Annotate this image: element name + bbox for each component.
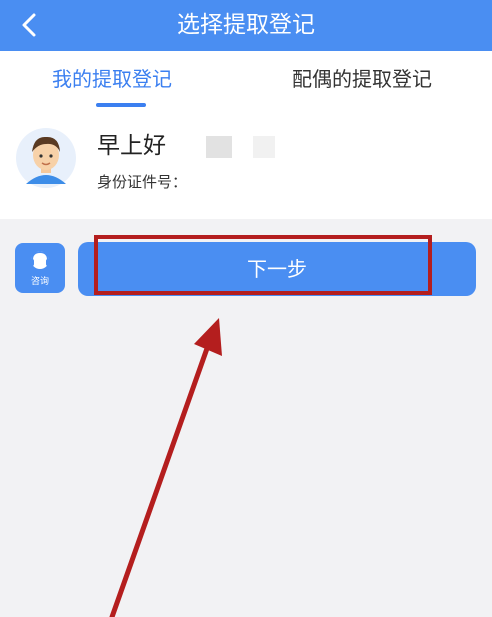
app-header: 选择提取登记 (0, 0, 492, 51)
tab-bar: 我的提取登记 配偶的提取登记 (0, 51, 492, 109)
headset-icon (30, 250, 50, 272)
page-title: 选择提取登记 (177, 12, 315, 38)
redacted-name-block (253, 136, 275, 158)
consult-button[interactable]: 咨询 (15, 243, 65, 293)
tab-my-withdrawal[interactable]: 我的提取登记 (52, 65, 172, 93)
consult-label: 咨询 (30, 277, 49, 287)
redacted-name-block (206, 136, 232, 158)
user-avatar-icon (16, 128, 76, 188)
tab-spouse-withdrawal[interactable]: 配偶的提取登记 (292, 65, 432, 93)
greeting-text: 早上好 (97, 133, 166, 159)
next-step-button[interactable]: 下一步 (78, 242, 476, 296)
id-number-label: 身份证件号： (97, 173, 188, 191)
active-tab-indicator (96, 103, 146, 107)
